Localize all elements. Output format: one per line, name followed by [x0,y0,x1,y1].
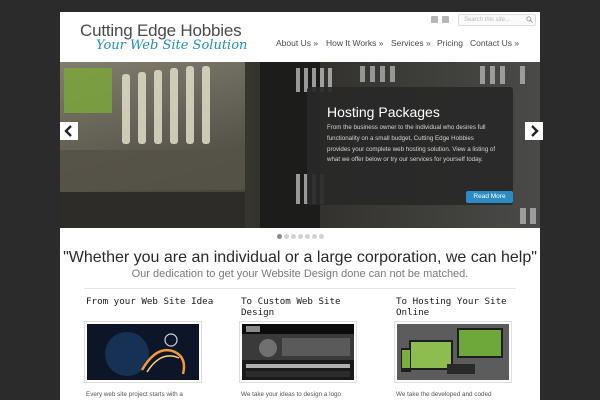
nav-pricing[interactable]: Pricing [437,38,463,48]
search-input[interactable]: Search this site... [458,14,536,26]
column-text-idea: Every web site project starts with a [86,391,183,398]
slider-next-button[interactable] [525,122,543,140]
slider-dot-4[interactable] [297,234,303,239]
lightbulb-image [87,324,199,380]
column-title-hosting[interactable]: To Hosting Your Site Online [396,296,526,318]
slider-dot-7[interactable] [318,234,324,239]
twitter-icon[interactable] [431,16,438,23]
slider-prev-button[interactable] [60,122,78,140]
idea-image[interactable] [84,321,202,383]
slider-pager [60,234,540,240]
rss-icon[interactable] [442,16,449,23]
devices-image [397,324,509,380]
slide-caption: Hosting Packages From the business owner… [307,87,513,205]
slider-dot-5[interactable] [304,234,310,239]
slider-dot-6[interactable] [311,234,317,239]
section-divider [84,288,516,289]
column-title-idea[interactable]: From your Web Site Idea [86,296,216,307]
nav-services[interactable]: Services » [391,38,431,48]
slider-dot-1[interactable] [276,234,282,239]
hosting-image[interactable] [394,321,512,383]
slide-title: Hosting Packages [327,104,440,120]
slider-dot-3[interactable] [290,234,296,239]
intro-subhead: Our dedication to get your Website Desig… [131,268,469,280]
nav-about-us[interactable]: About Us » [276,38,318,48]
slide-description: From the business owner to the individua… [327,124,496,164]
nav-contact-us[interactable]: Contact Us » [470,38,519,48]
read-more-button[interactable]: Read More [466,191,513,203]
column-text-design: We take your ideas to design a logo [241,391,341,398]
intro-headline: "Whether you are an individual or a larg… [63,249,537,266]
column-text-hosting: We take the developed and coded [396,391,492,398]
main-nav: About Us » How It Works » Services » Pri… [60,38,540,50]
hero-slider[interactable]: Hosting Packages From the business owner… [60,62,540,228]
design-image[interactable] [239,321,357,383]
chevron-right-icon [531,125,539,137]
search-icon[interactable] [526,16,533,23]
chevron-left-icon [64,125,72,137]
website-design-image [242,324,354,380]
slider-dot-2[interactable] [283,234,289,239]
column-title-design[interactable]: To Custom Web Site Design [241,296,371,318]
nav-how-it-works[interactable]: How It Works » [326,38,383,48]
page-container: Cutting Edge Hobbies Your Web Site Solut… [60,12,540,400]
